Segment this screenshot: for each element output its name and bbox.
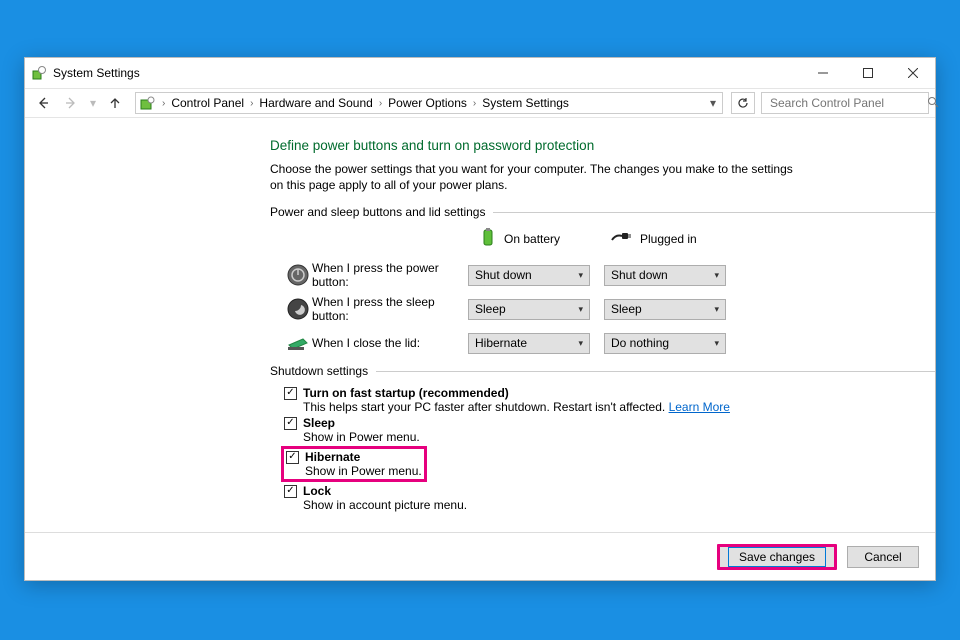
footer: Save changes Cancel: [25, 532, 935, 580]
lid-battery-select[interactable]: Hibernate▾: [468, 333, 590, 354]
up-button[interactable]: [103, 91, 127, 115]
laptop-icon: [284, 329, 312, 357]
save-button[interactable]: Save changes: [728, 547, 826, 567]
navbar: ▾ › Control Panel › Hardware and Sound ›…: [25, 88, 935, 118]
chevron-down-icon: ▾: [578, 338, 583, 349]
search-box[interactable]: [761, 92, 929, 114]
content: Define power buttons and turn on passwor…: [25, 118, 935, 580]
learn-more-link[interactable]: Learn More: [669, 400, 730, 414]
system-settings-window: System Settings ▾ › Control Panel › Hard…: [24, 57, 936, 581]
cancel-button[interactable]: Cancel: [847, 546, 919, 568]
app-icon: [31, 65, 47, 81]
power-plugged-select[interactable]: Shut down▾: [604, 265, 726, 286]
sleep-icon: [284, 295, 312, 323]
check-hibernate: ✓ Hibernate Show in Power menu.: [286, 450, 422, 478]
chevron-down-icon: ▾: [578, 270, 583, 281]
search-icon: [927, 96, 939, 111]
page-heading: Define power buttons and turn on passwor…: [270, 138, 935, 153]
highlight-hibernate: ✓ Hibernate Show in Power menu.: [281, 446, 427, 482]
save-button-highlight: Save changes: [717, 544, 837, 570]
breadcrumb[interactable]: › Control Panel › Hardware and Sound › P…: [135, 92, 723, 114]
control-panel-icon: [140, 95, 156, 111]
titlebar-title: System Settings: [53, 66, 140, 80]
lid-plugged-select[interactable]: Do nothing▾: [604, 333, 726, 354]
power-icon: [284, 261, 312, 289]
chevron-right-icon: ›: [246, 98, 257, 109]
chevron-down-icon: ▾: [710, 96, 716, 110]
chevron-right-icon: ›: [469, 98, 480, 109]
page-description: Choose the power settings that you want …: [270, 161, 800, 193]
battery-icon: [480, 227, 496, 250]
forward-button[interactable]: [59, 91, 83, 115]
search-input[interactable]: [768, 95, 927, 111]
checkbox-fast-startup[interactable]: ✓: [284, 387, 297, 400]
refresh-button[interactable]: [731, 92, 755, 114]
sleep-battery-select[interactable]: Sleep▾: [468, 299, 590, 320]
maximize-button[interactable]: [845, 59, 890, 88]
chevron-down-icon: ▾: [714, 304, 719, 315]
checkbox-lock[interactable]: ✓: [284, 485, 297, 498]
chevron-down-icon: ▾: [714, 338, 719, 349]
chevron-right-icon: ›: [158, 98, 169, 109]
checkbox-hibernate[interactable]: ✓: [286, 451, 299, 464]
recent-chevron-icon[interactable]: ▾: [87, 91, 99, 115]
crumb-dropdown[interactable]: ▾: [710, 96, 718, 110]
sleep-plugged-select[interactable]: Sleep▾: [604, 299, 726, 320]
row-sleep-button: When I press the sleep button: Sleep▾ Sl…: [284, 292, 935, 326]
row-power-button: When I press the power button: Shut down…: [284, 258, 935, 292]
close-button[interactable]: [890, 59, 935, 88]
row-lid: When I close the lid: Hibernate▾ Do noth…: [284, 326, 935, 360]
check-lock: ✓ Lock Show in account picture menu.: [284, 484, 935, 512]
chevron-down-icon: ▾: [578, 304, 583, 315]
section-power-sleep: Power and sleep buttons and lid settings: [270, 205, 935, 219]
crumb-power[interactable]: Power Options: [386, 96, 469, 110]
crumb-hardware[interactable]: Hardware and Sound: [257, 96, 374, 110]
back-button[interactable]: [31, 91, 55, 115]
power-battery-select[interactable]: Shut down▾: [468, 265, 590, 286]
check-fast-startup: ✓ Turn on fast startup (recommended) Thi…: [284, 386, 935, 414]
crumb-control-panel[interactable]: Control Panel: [169, 96, 246, 110]
titlebar: System Settings: [25, 58, 935, 88]
window-buttons: [800, 59, 935, 88]
section-shutdown: Shutdown settings: [270, 364, 935, 378]
column-headers: On battery Plugged in: [480, 227, 935, 250]
plug-icon: [610, 230, 632, 247]
checkbox-sleep[interactable]: ✓: [284, 417, 297, 430]
minimize-button[interactable]: [800, 59, 845, 88]
chevron-right-icon: ›: [375, 98, 386, 109]
chevron-down-icon: ▾: [714, 270, 719, 281]
crumb-current: System Settings: [480, 96, 571, 110]
check-sleep: ✓ Sleep Show in Power menu.: [284, 416, 935, 444]
